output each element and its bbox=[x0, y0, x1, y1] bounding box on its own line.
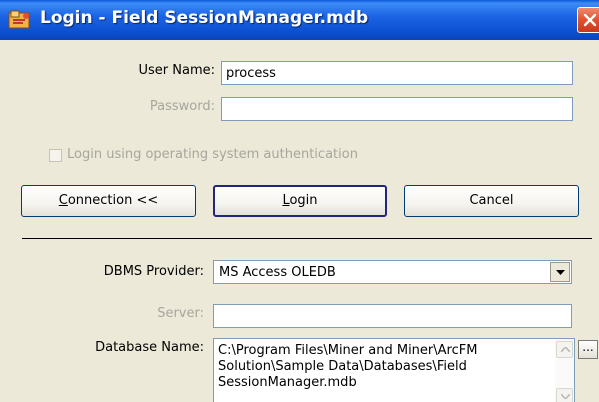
dbms-provider-label: DBMS Provider: bbox=[103, 264, 204, 279]
dbms-provider-select[interactable]: MS Access OLEDB bbox=[213, 260, 572, 284]
server-label: Server: bbox=[157, 306, 204, 321]
window-title: Login - Field SessionManager.mdb bbox=[40, 8, 369, 28]
login-dialog: Login - Field SessionManager.mdb User Na… bbox=[0, 0, 599, 402]
dbms-provider-value: MS Access OLEDB bbox=[219, 265, 336, 280]
scroll-up-button[interactable] bbox=[556, 341, 573, 358]
os-auth-checkbox[interactable] bbox=[49, 149, 62, 162]
database-name-value: C:\Program Files\Miner and Miner\ArcFM S… bbox=[218, 343, 478, 390]
user-name-label: User Name: bbox=[138, 63, 216, 78]
chevron-up-icon bbox=[561, 347, 570, 352]
chevron-down-icon bbox=[556, 270, 565, 275]
app-icon bbox=[8, 10, 30, 29]
close-icon bbox=[583, 13, 597, 27]
title-bar[interactable]: Login - Field SessionManager.mdb bbox=[0, 0, 599, 40]
database-name-input[interactable]: C:\Program Files\Miner and Miner\ArcFM S… bbox=[213, 338, 575, 402]
connection-button[interactable]: Connection << bbox=[21, 185, 196, 217]
close-button[interactable] bbox=[577, 7, 599, 33]
browse-button[interactable]: ... bbox=[578, 340, 598, 359]
chevron-down-icon bbox=[561, 394, 570, 399]
section-divider bbox=[22, 238, 592, 239]
database-name-label: Database Name: bbox=[95, 340, 204, 355]
password-label: Password: bbox=[149, 99, 215, 114]
vertical-scrollbar[interactable] bbox=[555, 339, 574, 402]
user-name-input[interactable]: process bbox=[221, 61, 573, 85]
dropdown-button[interactable] bbox=[550, 262, 570, 282]
login-button[interactable]: Login bbox=[213, 185, 387, 217]
os-auth-label: Login using operating system authenticat… bbox=[67, 147, 358, 162]
password-input[interactable] bbox=[221, 97, 573, 121]
server-input[interactable] bbox=[213, 304, 572, 328]
cancel-button[interactable]: Cancel bbox=[404, 185, 579, 217]
scroll-down-button[interactable] bbox=[556, 388, 573, 402]
